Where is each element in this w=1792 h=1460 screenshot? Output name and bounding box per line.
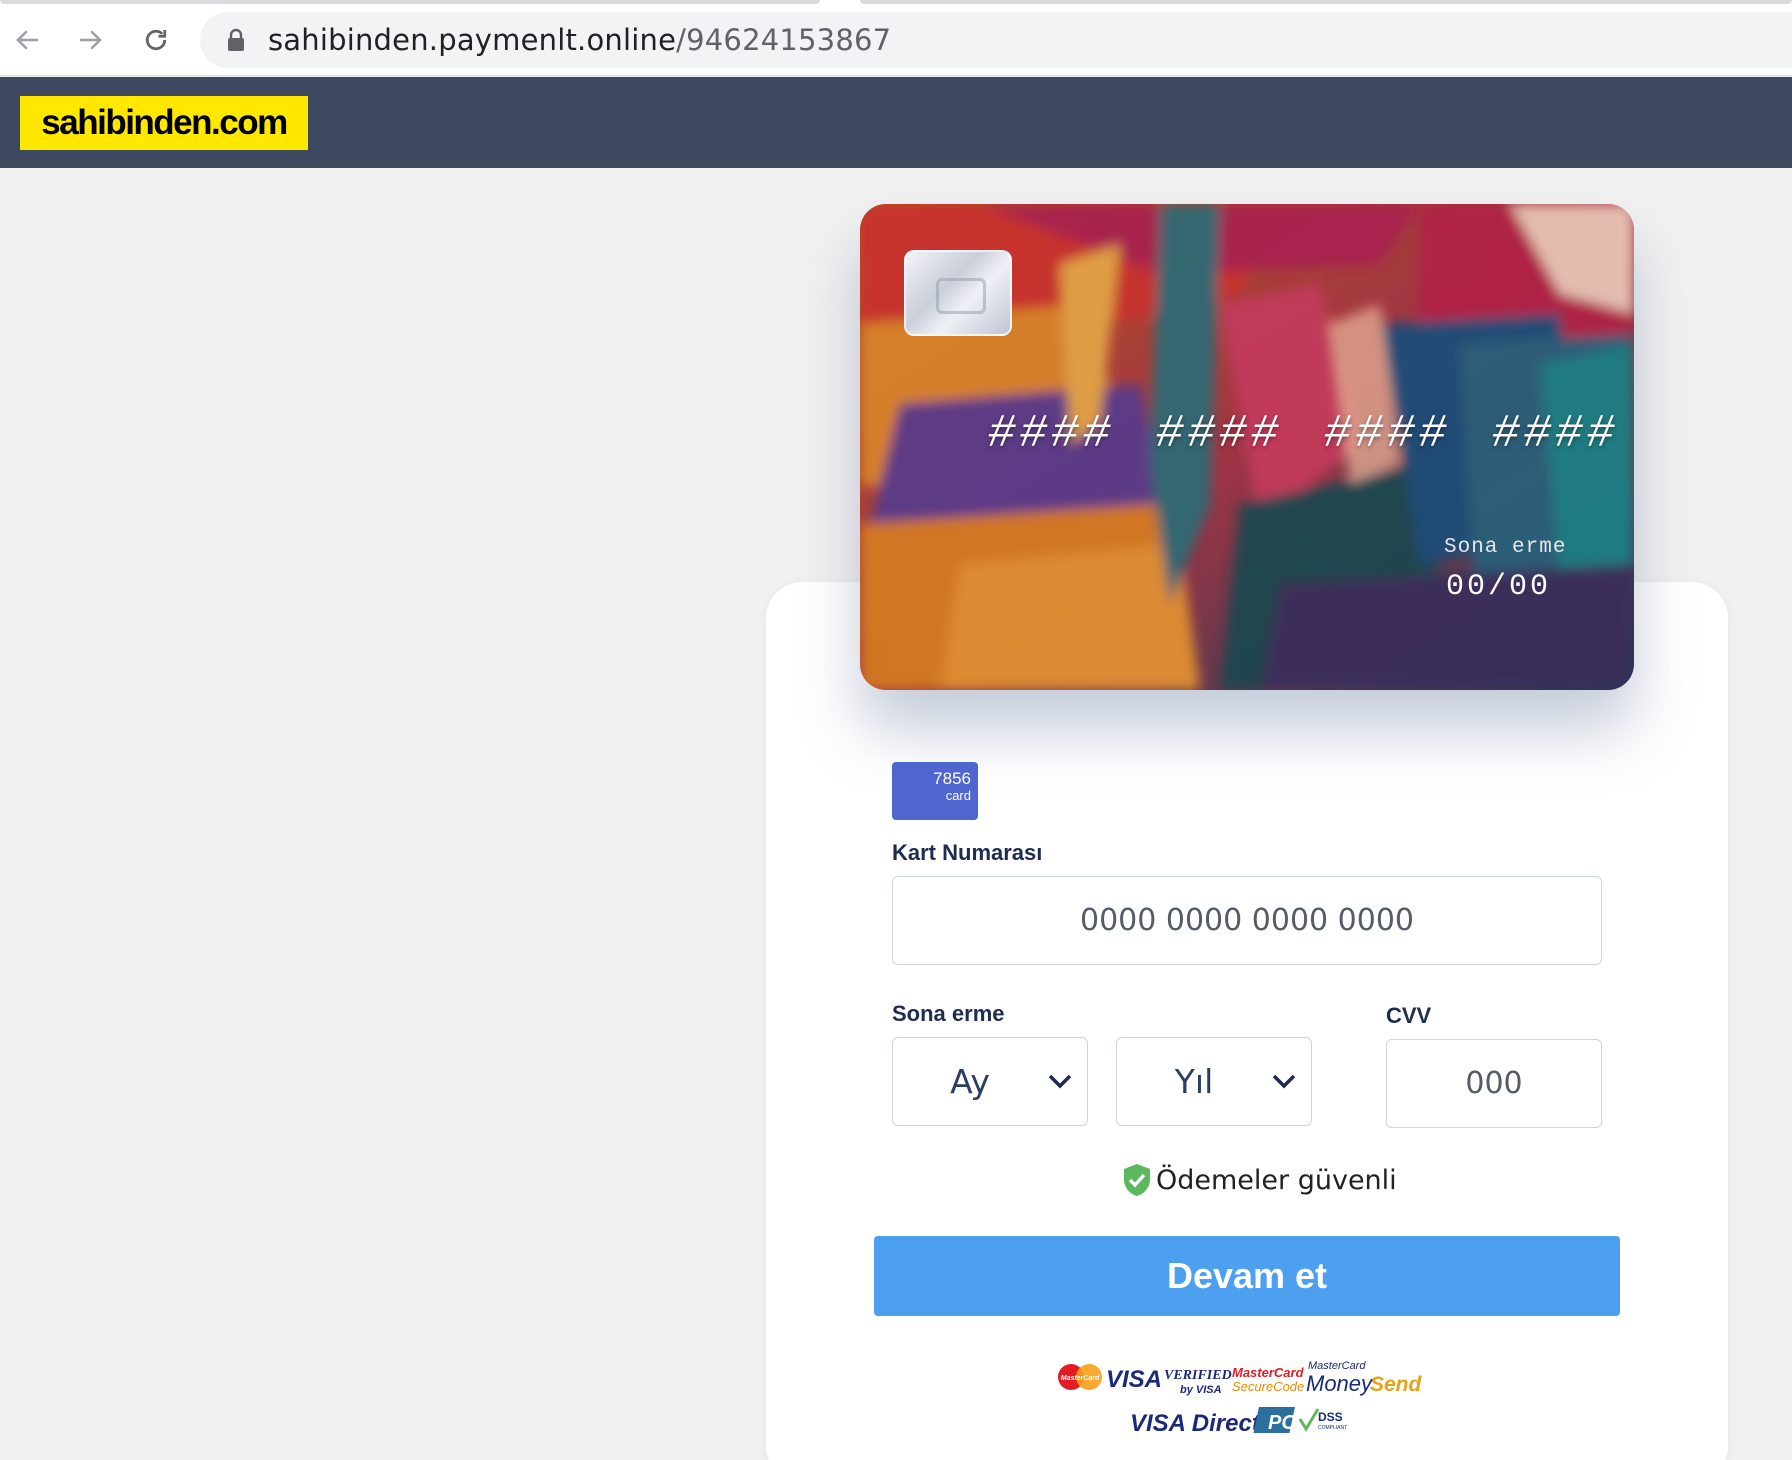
mastercard-logo: MasterCard — [1058, 1364, 1102, 1390]
card-type-badge: 7856 card — [892, 762, 978, 820]
lock-icon — [228, 28, 244, 51]
secure-payment-text: Ödemeler güvenli — [1156, 1164, 1397, 1196]
visa-direct-logo: VISA Direct — [1130, 1410, 1261, 1437]
back-button[interactable] — [10, 22, 46, 58]
card-expiry-label: Sona erme — [1444, 536, 1567, 559]
url-host: sahibinden.paymenlt.online — [268, 23, 677, 57]
card-number-preview: #### #### #### #### — [988, 408, 1619, 460]
arrow-left-icon — [16, 30, 38, 50]
expiry-year-value: Yıl — [1174, 1062, 1214, 1101]
svg-text:Send: Send — [1370, 1373, 1423, 1396]
pci-dss-logo: PCI DSS COMPLIANT — [1253, 1407, 1347, 1434]
mastercard-securecode-logo: MasterCard — [1232, 1365, 1305, 1380]
card-type-number: 7856 — [933, 769, 971, 788]
expiry-label: Sona erme — [892, 1001, 1005, 1026]
svg-text:DSS: DSS — [1318, 1410, 1343, 1424]
continue-button-label: Devam et — [1166, 1255, 1328, 1296]
tab-strip — [0, 0, 1792, 10]
card-expiry-value: 00/00 — [1446, 570, 1552, 604]
cvv-label: CVV — [1386, 1003, 1432, 1028]
payment-logos-image: MasterCard VISA VERIFIED by VISA MasterC… — [1058, 1360, 1423, 1437]
card-type-label: card — [945, 788, 971, 803]
site-header: sahibinden.com — [0, 77, 1792, 168]
cvv-input[interactable]: 000 — [1386, 1039, 1602, 1128]
svg-text:Money: Money — [1306, 1371, 1374, 1396]
address-bar[interactable]: sahibinden.paymenlt.online/94624153867 — [200, 12, 1792, 68]
url-path: /94624153867 — [676, 23, 892, 57]
svg-text:MasterCard: MasterCard — [1061, 1375, 1100, 1382]
card-number-input[interactable]: 0000 0000 0000 0000 — [892, 876, 1602, 965]
shield-check-icon — [1124, 1164, 1150, 1196]
svg-text:by VISA: by VISA — [1180, 1384, 1222, 1396]
chevron-down-icon — [1048, 1074, 1072, 1089]
secure-payment-note: Ödemeler güvenli — [1122, 1163, 1397, 1197]
svg-text:PCI: PCI — [1268, 1412, 1302, 1434]
arrow-right-icon — [80, 30, 102, 50]
tab[interactable] — [0, 0, 820, 4]
expiry-year-select[interactable]: Yıl — [1116, 1037, 1312, 1126]
visa-logo: VISA — [1106, 1366, 1162, 1393]
site-logo[interactable]: sahibinden.com — [20, 96, 308, 150]
expiry-month-value: Ay — [950, 1062, 990, 1101]
reload-icon — [145, 29, 167, 51]
logo-text: sahibinden.com — [41, 103, 288, 142]
browser-toolbar: sahibinden.paymenlt.online/94624153867 — [0, 0, 1792, 76]
expiry-month-select[interactable]: Ay — [892, 1037, 1088, 1126]
url-text: sahibinden.paymenlt.online/94624153867 — [268, 24, 891, 56]
card-number-label: Kart Numarası — [892, 840, 1043, 865]
continue-button[interactable]: Devam et — [874, 1236, 1620, 1316]
card-number-placeholder: 0000 0000 0000 0000 — [1080, 903, 1414, 938]
forward-button[interactable] — [72, 22, 108, 58]
tab[interactable] — [860, 0, 1792, 4]
chevron-down-icon — [1272, 1074, 1296, 1089]
svg-text:COMPLIANT: COMPLIANT — [1318, 1425, 1347, 1431]
card-preview: #### #### #### #### Sona erme 00/00 — [860, 204, 1634, 690]
reload-button[interactable] — [138, 22, 174, 58]
cvv-placeholder: 000 — [1465, 1066, 1523, 1101]
verified-by-visa-logo: VERIFIED — [1164, 1368, 1232, 1383]
card-chip — [904, 250, 1012, 336]
svg-text:SecureCode: SecureCode — [1232, 1379, 1304, 1394]
